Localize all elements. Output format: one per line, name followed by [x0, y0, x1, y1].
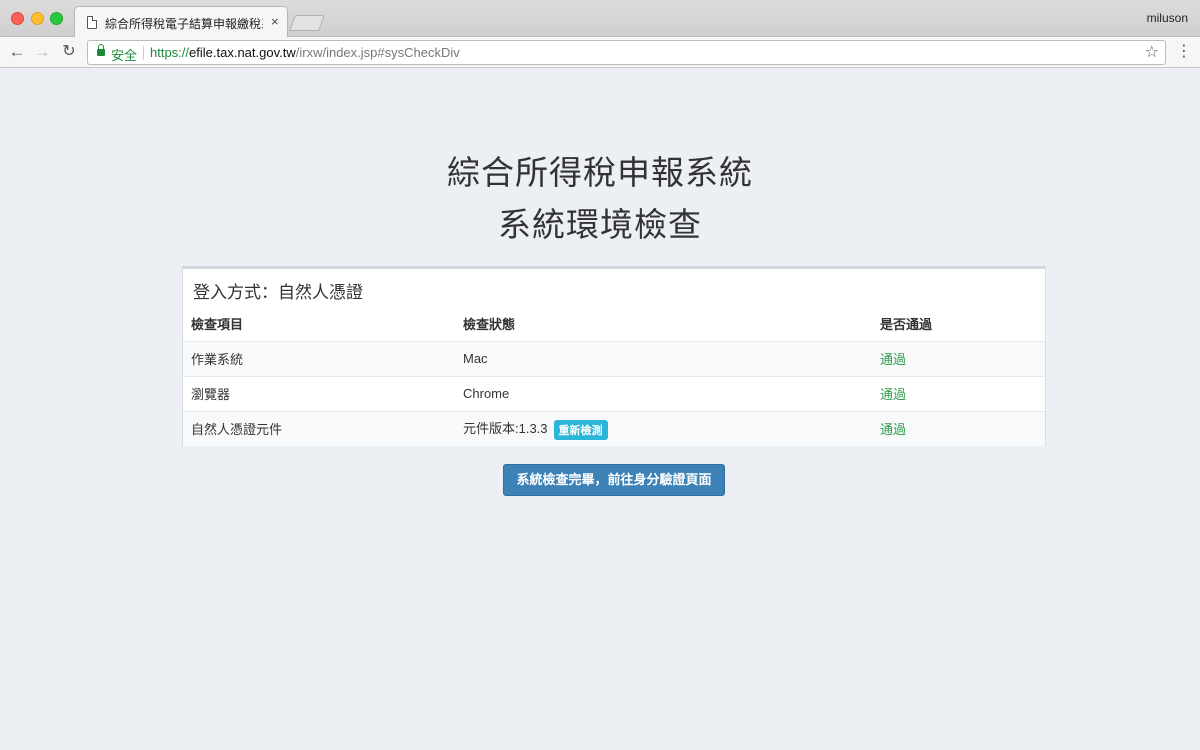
- close-window-button[interactable]: [11, 12, 24, 25]
- check-status: Chrome: [455, 375, 872, 411]
- page-content: 綜合所得稅申報系統 系統環境檢查 登入方式：自然人憑證 檢查項目 檢查狀態 是否…: [0, 68, 1200, 750]
- login-method-heading: 登入方式：自然人憑證: [193, 283, 363, 302]
- table-header-row: 檢查項目 檢查狀態 是否通過: [183, 307, 1045, 341]
- check-item: 瀏覽器: [183, 375, 455, 411]
- column-header-item: 檢查項目: [191, 317, 244, 333]
- proceed-to-verification-button[interactable]: 系統檢查完畢，前往身分驗證頁面: [503, 464, 725, 496]
- tab-close-icon[interactable]: ×: [271, 14, 279, 30]
- system-check-table: 檢查項目 檢查狀態 是否通過 作業系統 Mac 通過 瀏覽器 Chrome 通過…: [183, 307, 1045, 446]
- url-path: /irxw/index.jsp#sysCheckDiv: [295, 45, 460, 60]
- check-item: 自然人憑證元件: [183, 410, 455, 446]
- address-bar[interactable]: 安全 https://efile.tax.nat.gov.tw/irxw/ind…: [87, 40, 1166, 65]
- check-status-cell: 元件版本:1.3.3 重新檢測: [455, 410, 872, 446]
- star-icon[interactable]: ☆: [1145, 42, 1159, 62]
- browser-toolbar: ← → ↻ 安全 https://efile.tax.nat.gov.tw/ir…: [0, 37, 1200, 68]
- browser-titlebar: 綜合所得稅電子結算申報繳稅系統 × miluson: [0, 0, 1200, 38]
- forward-arrow-icon[interactable]: →: [31, 40, 53, 64]
- page-icon: [87, 16, 97, 29]
- back-arrow-icon[interactable]: ←: [6, 40, 28, 64]
- browser-tab-active[interactable]: 綜合所得稅電子結算申報繳稅系統 ×: [74, 6, 288, 38]
- url-host: efile.tax.nat.gov.tw: [189, 45, 296, 60]
- url-scheme: https://: [150, 45, 190, 60]
- page-subtitle: 系統環境檢查: [498, 206, 702, 243]
- check-status: Mac: [455, 340, 872, 376]
- url-text[interactable]: https://efile.tax.nat.gov.tw/irxw/index.…: [150, 45, 460, 60]
- check-status: 元件版本:1.3.3: [463, 420, 548, 436]
- check-result: 通過: [872, 340, 1045, 376]
- column-header-status: 檢查狀態: [463, 317, 516, 333]
- reload-icon[interactable]: ↻: [58, 40, 80, 64]
- recheck-button[interactable]: 重新檢測: [553, 419, 608, 440]
- table-row: 瀏覽器 Chrome 通過: [183, 375, 1045, 411]
- table-row: 自然人憑證元件 元件版本:1.3.3 重新檢測 通過: [183, 410, 1045, 446]
- profile-name[interactable]: miluson: [1147, 11, 1188, 25]
- system-check-panel: 登入方式：自然人憑證 檢查項目 檢查狀態 是否通過 作業系統 Mac 通過 瀏覽…: [182, 266, 1046, 446]
- table-row: 作業系統 Mac 通過: [183, 340, 1045, 376]
- column-header-result: 是否通過: [880, 317, 933, 333]
- zoom-window-button[interactable]: [50, 12, 63, 25]
- lock-icon: [97, 44, 105, 56]
- page-title: 綜合所得稅申報系統: [447, 154, 753, 191]
- tab-title: 綜合所得稅電子結算申報繳稅系統: [105, 17, 263, 31]
- address-bar-divider: [143, 46, 144, 60]
- check-item: 作業系統: [183, 340, 455, 376]
- new-tab-button[interactable]: [289, 15, 325, 31]
- minimize-window-button[interactable]: [31, 12, 44, 25]
- kebab-menu-icon[interactable]: ⋮: [1176, 40, 1192, 64]
- check-result: 通過: [872, 410, 1045, 446]
- secure-label: 安全: [111, 48, 138, 63]
- check-result: 通過: [872, 375, 1045, 411]
